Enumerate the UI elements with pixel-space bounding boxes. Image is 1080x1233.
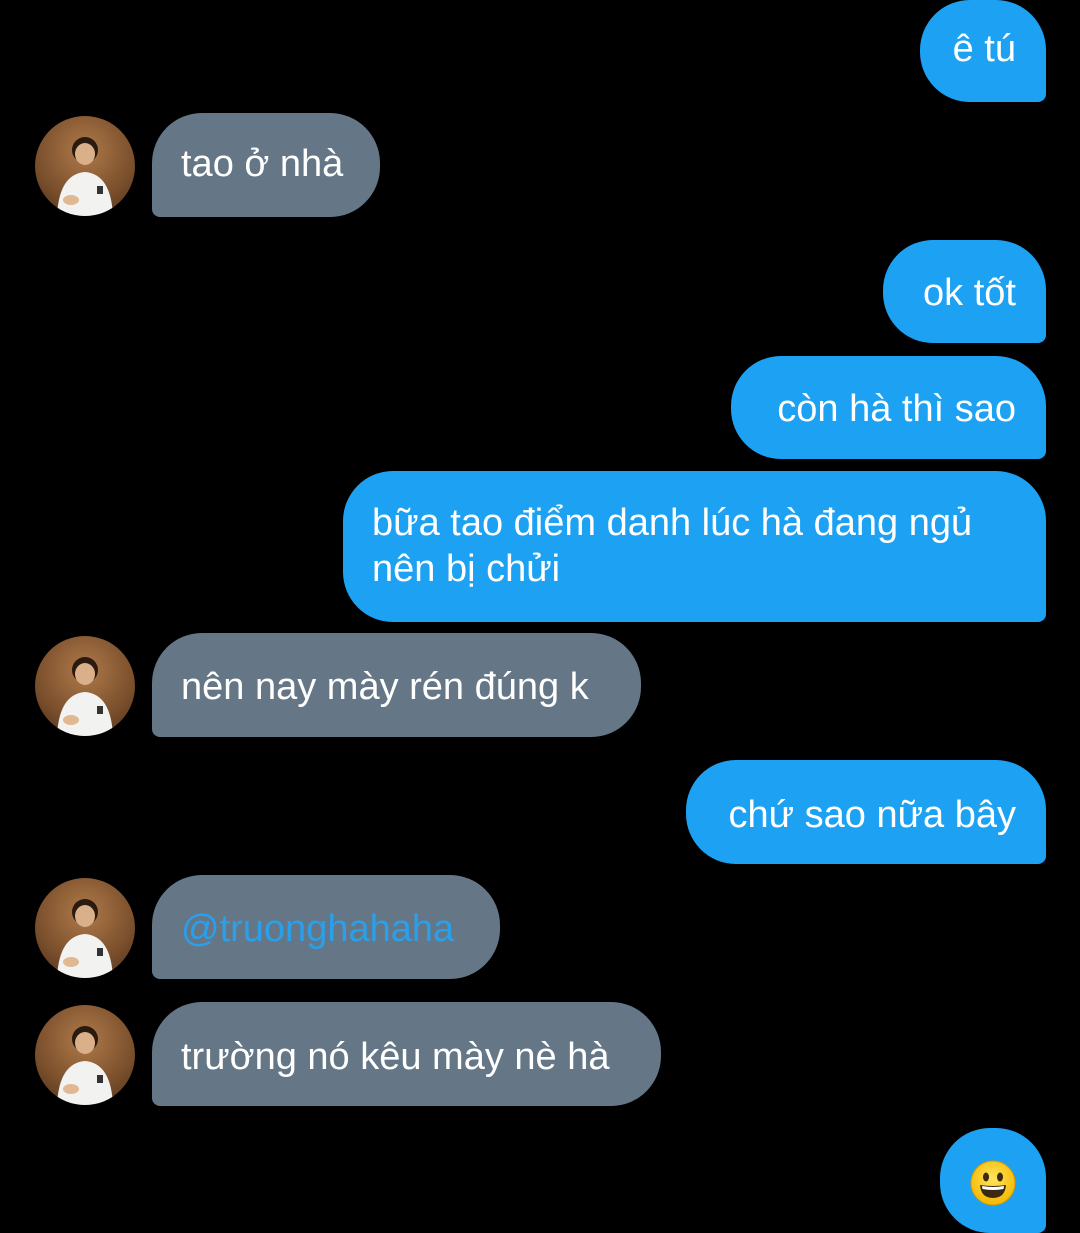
message-bubble-incoming[interactable]: nên nay mày rén đúng k [152, 633, 641, 737]
message-bubble-outgoing[interactable]: ê tú [920, 0, 1046, 102]
message-bubble-outgoing[interactable]: chứ sao nữa bây [686, 760, 1046, 864]
contact-avatar[interactable] [35, 878, 135, 978]
message-text: còn hà thì sao [777, 388, 1016, 430]
message-bubble-incoming[interactable]: @truonghahaha [152, 875, 500, 979]
message-text: tao ở nhà [181, 143, 344, 185]
avatar-photo [57, 899, 113, 978]
message-text: bữa tao điểm danh lúc hà đang ngủ nên bị… [372, 502, 973, 590]
avatar-photo [57, 657, 113, 736]
message-bubble-incoming[interactable]: trường nó kêu mày nè hà [152, 1002, 661, 1106]
contact-avatar[interactable] [35, 636, 135, 736]
mention-link[interactable]: @truonghahaha [181, 906, 500, 952]
message-text: ok tốt [923, 272, 1016, 314]
message-bubble-outgoing[interactable] [940, 1128, 1046, 1233]
message-bubble-outgoing[interactable]: bữa tao điểm danh lúc hà đang ngủ nên bị… [343, 471, 1046, 622]
message-text: nên nay mày rén đúng k [181, 666, 589, 708]
grinning-face-icon [970, 1160, 1016, 1206]
contact-avatar[interactable] [35, 116, 135, 216]
message-text: ê tú [952, 28, 1016, 70]
message-bubble-outgoing[interactable]: ok tốt [883, 240, 1046, 343]
message-text: trường nó kêu mày nè hà [181, 1036, 610, 1078]
message-bubble-outgoing[interactable]: còn hà thì sao [731, 356, 1046, 459]
message-bubble-incoming[interactable]: tao ở nhà [152, 113, 380, 217]
avatar-photo [57, 1026, 113, 1105]
contact-avatar[interactable] [35, 1005, 135, 1105]
avatar-photo [57, 137, 113, 216]
message-text: chứ sao nữa bây [728, 794, 1017, 836]
